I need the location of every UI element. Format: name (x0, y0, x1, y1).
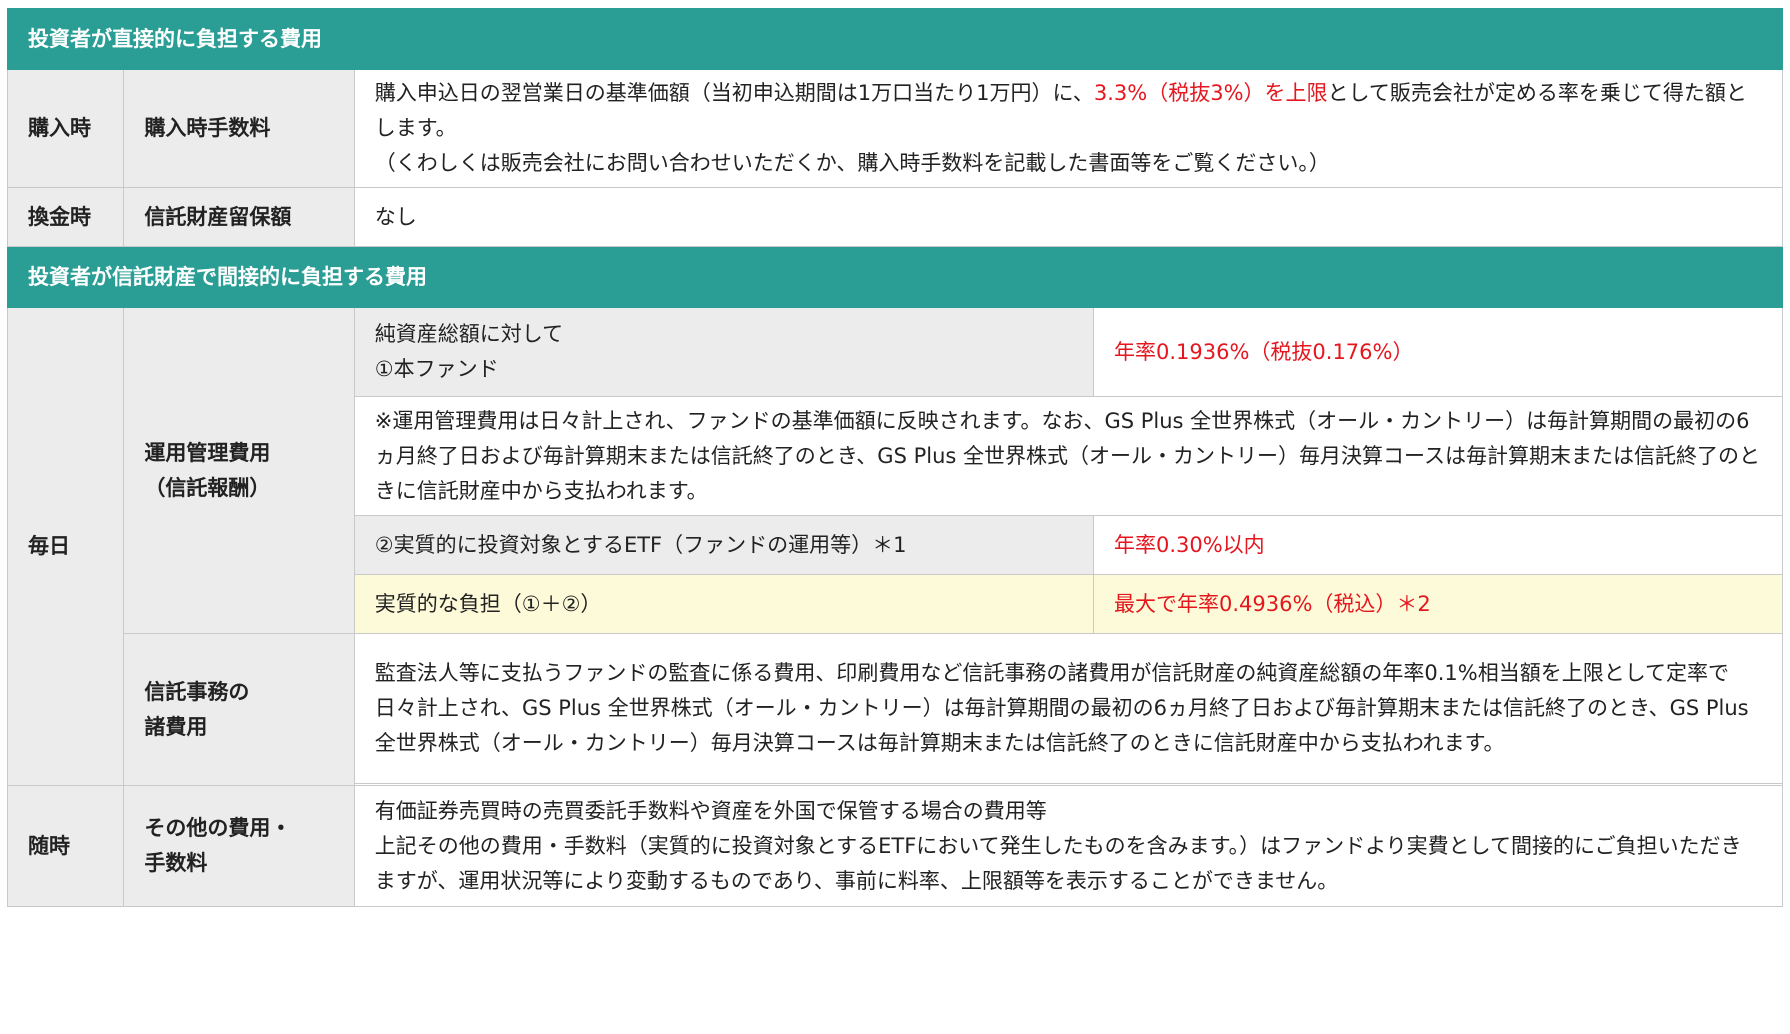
mgmt-fee-note: ※運用管理費用は日々計上され、ファンドの基準価額に反映されます。なお、GS Pl… (353, 396, 1784, 516)
trust-reserve-value: なし (353, 187, 1784, 247)
purchase-desc-part1: 購入申込日の翌営業日の基準価額（当初申込期間は1万口当たり1万円）に、 (374, 81, 1094, 105)
purchase-desc-note: （くわしくは販売会社にお問い合わせいただくか、購入時手数料を記載した書面等をご覧… (374, 151, 1330, 175)
mgmt-item-line1: 運用管理費用 (144, 440, 271, 465)
timing-purchase: 購入時 (6, 69, 125, 188)
timing-redemption: 換金時 (6, 187, 125, 247)
other-item-line2: 手数料 (144, 851, 208, 875)
timing-anytime: 随時 (6, 785, 125, 907)
fund-label-line1: 純資産総額に対して (374, 322, 564, 346)
fund-fee-label: 純資産総額に対して ①本ファンド (353, 307, 1094, 397)
trust-admin-row: 信託事務の 諸費用 監査法人等に支払うファンドの監査に係る費用、印刷費用など信託… (8, 633, 1784, 786)
other-desc-line1: 有価証券売買時の売買委託手数料や資産を外国で保管する場合の費用等 (374, 798, 1047, 823)
redemption-row: 換金時 信託財産留保額 なし (6, 187, 1784, 247)
etf-fee-label: ②実質的に投資対象とするETF（ファンドの運用等）＊1 (353, 515, 1094, 575)
item-management-fee: 運用管理費用 （信託報酬） (123, 307, 355, 634)
purchase-fee-description: 購入申込日の翌営業日の基準価額（当初申込期間は1万口当たり1万円）に、3.3%（… (353, 69, 1784, 188)
item-trust-admin: 信託事務の 諸費用 (123, 633, 355, 786)
total-burden-label: 実質的な負担（①＋②） (353, 574, 1094, 634)
item-purchase-fee: 購入時手数料 (123, 69, 355, 188)
item-trust-reserve: 信託財産留保額 (123, 187, 355, 247)
fee-table: 投資者が直接的に負担する費用 購入時 購入時手数料 購入申込日の翌営業日の基準価… (6, 8, 1784, 907)
mgmt-fund-row: 毎日 運用管理費用 （信託報酬） 純資産総額に対して ①本ファンド 年率0.19… (6, 307, 1784, 786)
other-desc-line2: 上記その他の費用・手数料（実質的に投資対象とするETFにおいて発生したものを含み… (374, 833, 1742, 893)
anytime-row: 随時 その他の費用・ 手数料 有価証券売買時の売買委託手数料や資産を外国で保管す… (6, 785, 1784, 907)
section-row-indirect: 投資者が信託財産で間接的に負担する費用 (7, 246, 1783, 308)
section-title-direct: 投資者が直接的に負担する費用 (7, 8, 1783, 70)
mgmt-item-line2: （信託報酬） (144, 475, 271, 500)
purchase-desc-highlight: 3.3%（税抜3%）を上限 (1093, 81, 1328, 105)
section-row-direct: 投資者が直接的に負担する費用 (7, 8, 1783, 70)
trust-admin-description: 監査法人等に支払うファンドの監査に係る費用、印刷費用など信託事務の諸費用が信託財… (353, 633, 1784, 784)
fund-fee-rate: 年率0.1936%（税抜0.176%） (1092, 307, 1784, 397)
fund-label-line2: ①本ファンド (374, 357, 499, 381)
other-fees-description: 有価証券売買時の売買委託手数料や資産を外国で保管する場合の費用等 上記その他の費… (353, 785, 1784, 907)
purchase-row: 購入時 購入時手数料 購入申込日の翌営業日の基準価額（当初申込期間は1万口当たり… (6, 69, 1784, 188)
trust-item-line2: 諸費用 (144, 714, 208, 739)
timing-daily: 毎日 (6, 307, 125, 786)
total-burden-rate: 最大で年率0.4936%（税込）＊2 (1092, 574, 1784, 634)
item-other-fees: その他の費用・ 手数料 (123, 785, 355, 907)
etf-fee-rate: 年率0.30%以内 (1092, 515, 1784, 575)
section-title-indirect: 投資者が信託財産で間接的に負担する費用 (7, 246, 1783, 308)
other-item-line1: その他の費用・ (144, 816, 292, 840)
trust-item-line1: 信託事務の (144, 679, 250, 704)
